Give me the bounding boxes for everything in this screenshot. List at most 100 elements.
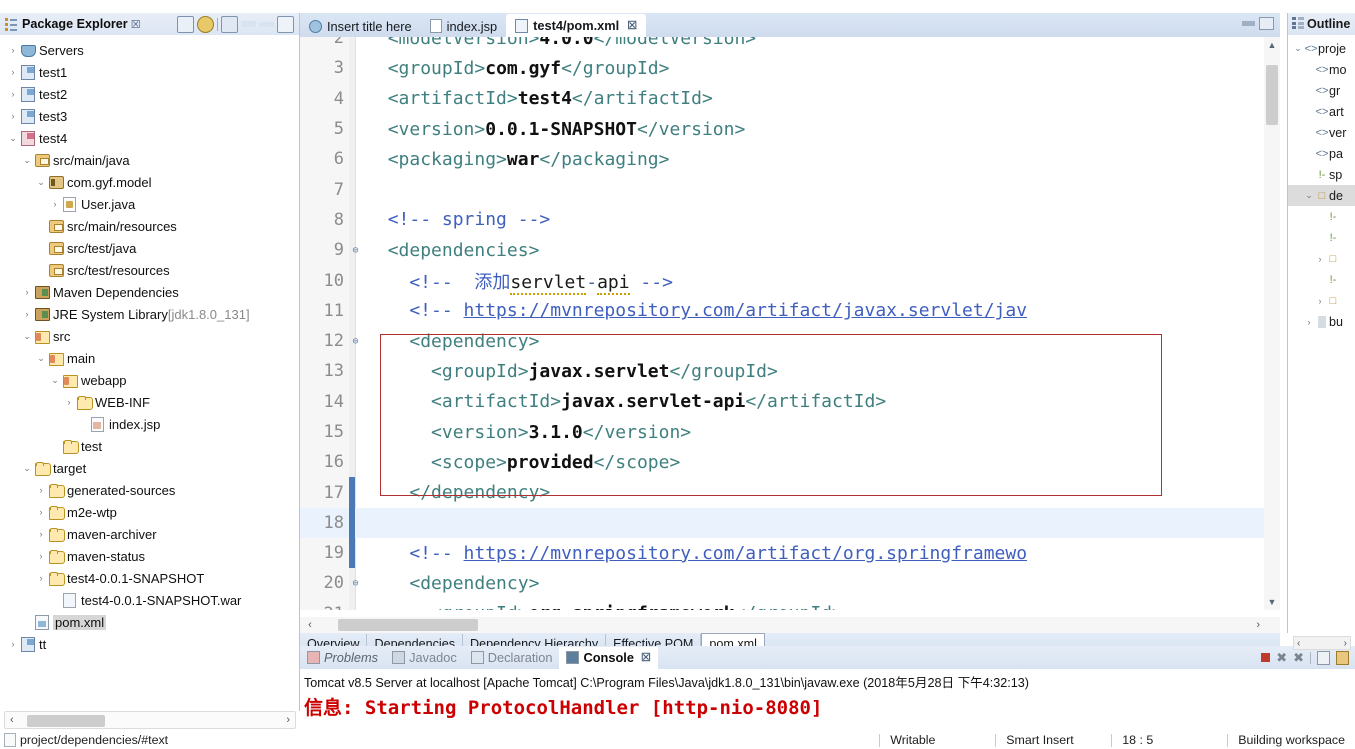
tree-item-src-test-resources[interactable]: src/test/resources	[0, 259, 299, 281]
outline-item[interactable]: !-	[1288, 269, 1355, 290]
tree-item-user-java[interactable]: › User.java	[0, 193, 299, 215]
expand-arrow-icon[interactable]: ›	[34, 507, 48, 517]
expand-arrow-icon[interactable]: ⌄	[20, 155, 34, 166]
code-line-19[interactable]: 19 <!-- https://mvnrepository.com/artifa…	[300, 538, 1280, 569]
collapse-all-icon[interactable]	[177, 15, 194, 33]
code-line-3[interactable]: 3 <groupId>com.gyf</groupId>	[300, 53, 1280, 83]
code-lines[interactable]: 2 <modelVersion>4.0.0</modelVersion> 3 <g…	[300, 37, 1280, 610]
tree-item-src-main-java[interactable]: ⌄ src/main/java	[0, 149, 299, 171]
tree-item-src-test-java[interactable]: src/test/java	[0, 237, 299, 259]
expand-arrow-icon[interactable]: ›	[48, 199, 62, 209]
tree-item-test[interactable]: test	[0, 435, 299, 457]
scroll-thumb[interactable]	[27, 715, 105, 727]
expand-arrow-icon[interactable]: ›	[1314, 296, 1326, 306]
tree-item-test1[interactable]: › test1	[0, 61, 299, 83]
scroll-right-icon[interactable]: ›	[1256, 619, 1260, 631]
tree-item-test4-0-0-1-snapshot-war[interactable]: test4-0.0.1-SNAPSHOT.war	[0, 589, 299, 611]
code-editor[interactable]: 2 <modelVersion>4.0.0</modelVersion> 3 <g…	[300, 37, 1280, 610]
code-line-20[interactable]: 20 ⊖ <dependency>	[300, 568, 1280, 598]
outline-item-art[interactable]: <> art	[1288, 101, 1355, 122]
editor-hscrollbar[interactable]: ‹ ›	[300, 617, 1280, 633]
editor-tab-index-jsp[interactable]: index.jsp	[421, 15, 507, 37]
outline-item-sp[interactable]: !- sp	[1288, 164, 1355, 185]
code-line-17[interactable]: 17 </dependency>	[300, 477, 1280, 508]
expand-arrow-icon[interactable]: ⌄	[20, 463, 34, 474]
expand-arrow-icon[interactable]: ⌄	[6, 133, 20, 144]
code-line-13[interactable]: 13 <groupId>javax.servlet</groupId>	[300, 356, 1280, 386]
expand-arrow-icon[interactable]: ›	[6, 639, 20, 649]
expand-arrow-icon[interactable]: ›	[6, 67, 20, 77]
expand-arrow-icon[interactable]: ›	[1303, 317, 1315, 327]
remove-all-launches-icon[interactable]: ✖	[1293, 650, 1304, 666]
code-line-2[interactable]: 2 <modelVersion>4.0.0</modelVersion>	[300, 37, 1280, 53]
scroll-left-icon[interactable]: ‹	[10, 714, 14, 726]
outline-item[interactable]: !-	[1288, 206, 1355, 227]
scroll-left-icon[interactable]: ‹	[300, 619, 320, 631]
console-tab-javadoc[interactable]: Javadoc	[385, 647, 464, 669]
code-line-10[interactable]: 10 <!-- 添加servlet-api -->	[300, 265, 1280, 295]
expand-arrow-icon[interactable]: ›	[20, 287, 34, 297]
code-line-14[interactable]: 14 <artifactId>javax.servlet-api</artifa…	[300, 387, 1280, 417]
package-explorer-tree[interactable]: › Servers › test1 › test2 › test3 ⌄ test4 ⌄ src/mai…	[0, 35, 299, 711]
expand-arrow-icon[interactable]: ›	[1314, 254, 1326, 264]
code-line-8[interactable]: 8 <!-- spring -->	[300, 205, 1280, 235]
tree-item-maven-dependencies[interactable]: › Maven Dependencies	[0, 281, 299, 303]
outline-item-pa[interactable]: <> pa	[1288, 143, 1355, 164]
code-line-5[interactable]: 5 <version>0.0.1-SNAPSHOT</version>	[300, 114, 1280, 144]
code-line-11[interactable]: 11 <!-- https://mvnrepository.com/artifa…	[300, 296, 1280, 326]
tree-item-test4[interactable]: ⌄ test4	[0, 127, 299, 149]
scroll-lock-icon[interactable]	[1336, 650, 1349, 665]
editor-tab-test4-pom-xml[interactable]: test4/pom.xml ☒	[506, 14, 647, 37]
clear-console-icon[interactable]	[1317, 650, 1330, 665]
code-line-21[interactable]: 21 <groupId>org.springframework</groupId…	[300, 599, 1280, 610]
outline-item-de[interactable]: ⌄ □ de	[1288, 185, 1355, 206]
tree-item-servers[interactable]: › Servers	[0, 39, 299, 61]
console-output[interactable]: Tomcat v8.5 Server at localhost [Apache …	[300, 669, 1355, 730]
close-icon[interactable]: ☒	[641, 651, 651, 664]
expand-arrow-icon[interactable]: ›	[62, 397, 76, 407]
minimize-icon[interactable]	[1242, 21, 1255, 26]
expand-arrow-icon[interactable]: ›	[34, 485, 48, 495]
maximize-icon[interactable]	[277, 15, 294, 33]
fold-toggle-icon[interactable]: ⊖	[350, 245, 361, 256]
tree-item-test3[interactable]: › test3	[0, 105, 299, 127]
tree-item-test2[interactable]: › test2	[0, 83, 299, 105]
scroll-thumb[interactable]	[1266, 65, 1278, 125]
console-tab-declaration[interactable]: Declaration	[464, 647, 560, 669]
tree-item-target[interactable]: ⌄ target	[0, 457, 299, 479]
code-line-6[interactable]: 6 <packaging>war</packaging>	[300, 144, 1280, 174]
expand-arrow-icon[interactable]: ⌄	[34, 177, 48, 188]
tree-item-src[interactable]: ⌄ src	[0, 325, 299, 347]
outline-item[interactable]: › □	[1288, 290, 1355, 311]
editor-tab-insert-title-here[interactable]: Insert title here	[300, 15, 421, 37]
tree-item-main[interactable]: ⌄ main	[0, 347, 299, 369]
expand-arrow-icon[interactable]: ›	[6, 111, 20, 121]
close-icon[interactable]: ☒	[131, 18, 141, 31]
expand-arrow-icon[interactable]: ⌄	[48, 375, 62, 386]
expand-arrow-icon[interactable]: ›	[34, 551, 48, 561]
tree-item-index-jsp[interactable]: index.jsp	[0, 413, 299, 435]
code-line-18[interactable]: 18	[300, 507, 1280, 539]
close-icon[interactable]: ☒	[627, 19, 637, 32]
tree-item-tt[interactable]: › tt	[0, 633, 299, 655]
code-line-9[interactable]: 9 ⊖ <dependencies>	[300, 235, 1280, 265]
outline-item-bu[interactable]: › ▒ bu	[1288, 311, 1355, 332]
outline-hscrollbar[interactable]: ‹ ›	[1293, 636, 1351, 650]
scroll-left-icon[interactable]: ‹	[1297, 638, 1300, 649]
expand-arrow-icon[interactable]: ⌄	[20, 331, 34, 342]
fold-toggle-icon[interactable]: ⊖	[350, 578, 361, 589]
scroll-down-icon[interactable]: ▼	[1264, 594, 1280, 610]
console-tab-problems[interactable]: Problems	[300, 647, 385, 669]
outline-tree[interactable]: ⌄ <> proje <> mo <> gr <> art <> ver <> pa !- sp ⌄ □ de !-…	[1288, 35, 1355, 332]
tree-item-jre-system-library[interactable]: › JRE System Library [jdk1.8.0_131]	[0, 303, 299, 325]
editor-vscrollbar[interactable]: ▲ ▼	[1264, 37, 1280, 610]
code-line-4[interactable]: 4 <artifactId>test4</artifactId>	[300, 84, 1280, 114]
expand-arrow-icon[interactable]: ›	[6, 89, 20, 99]
tree-item-pom-xml[interactable]: pom.xml	[0, 611, 299, 633]
outline-item-ver[interactable]: <> ver	[1288, 122, 1355, 143]
expand-arrow-icon[interactable]: ›	[34, 573, 48, 583]
focus-icon[interactable]	[221, 15, 238, 33]
scroll-thumb[interactable]	[338, 619, 478, 631]
expand-arrow-icon[interactable]: ›	[20, 309, 34, 319]
tree-item-webapp[interactable]: ⌄ webapp	[0, 369, 299, 391]
